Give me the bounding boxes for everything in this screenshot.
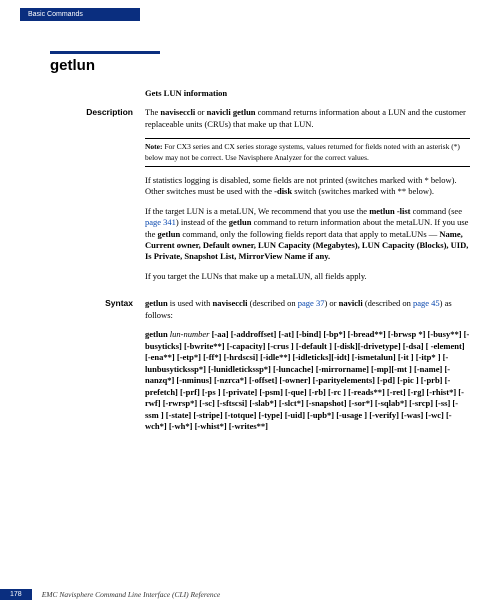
description-label: Description xyxy=(50,107,145,290)
page-content: getlun Gets LUN information Description … xyxy=(50,51,470,433)
syntax-switches: [-aa] [-addroffset] [-at] [-bind] [-bp*]… xyxy=(145,329,469,431)
footer-text: EMC Navisphere Command Line Interface (C… xyxy=(42,590,221,599)
title-block: getlun xyxy=(50,51,160,74)
description-p1: The naviseccli or navicli getlun command… xyxy=(145,107,470,130)
description-p2: If statistics logging is disabled, some … xyxy=(145,175,470,198)
header-tab: Basic Commands xyxy=(20,8,140,21)
syntax-intro: getlun is used with naviseccli (describe… xyxy=(145,298,470,321)
note-label: Note: xyxy=(145,142,163,151)
note-box: Note: For CX3 series and CX series stora… xyxy=(145,138,470,166)
syntax-label: Syntax xyxy=(50,298,145,432)
description-p4: If you target the LUNs that make up a me… xyxy=(145,271,470,282)
description-p3: If the target LUN is a metaLUN, We recom… xyxy=(145,206,470,263)
subtitle: Gets LUN information xyxy=(145,88,470,99)
page-link-37[interactable]: page 37 xyxy=(298,298,325,308)
command-title: getlun xyxy=(50,57,160,74)
page-footer: 178 EMC Navisphere Command Line Interfac… xyxy=(0,589,220,600)
page-number: 178 xyxy=(0,589,32,600)
syntax-code-block: getlun lun-number [-aa] [-addroffset] [-… xyxy=(145,329,470,432)
page-link-45[interactable]: page 45 xyxy=(413,298,440,308)
note-text: For CX3 series and CX series storage sys… xyxy=(145,142,460,161)
page-link-341[interactable]: page 341 xyxy=(145,217,176,227)
